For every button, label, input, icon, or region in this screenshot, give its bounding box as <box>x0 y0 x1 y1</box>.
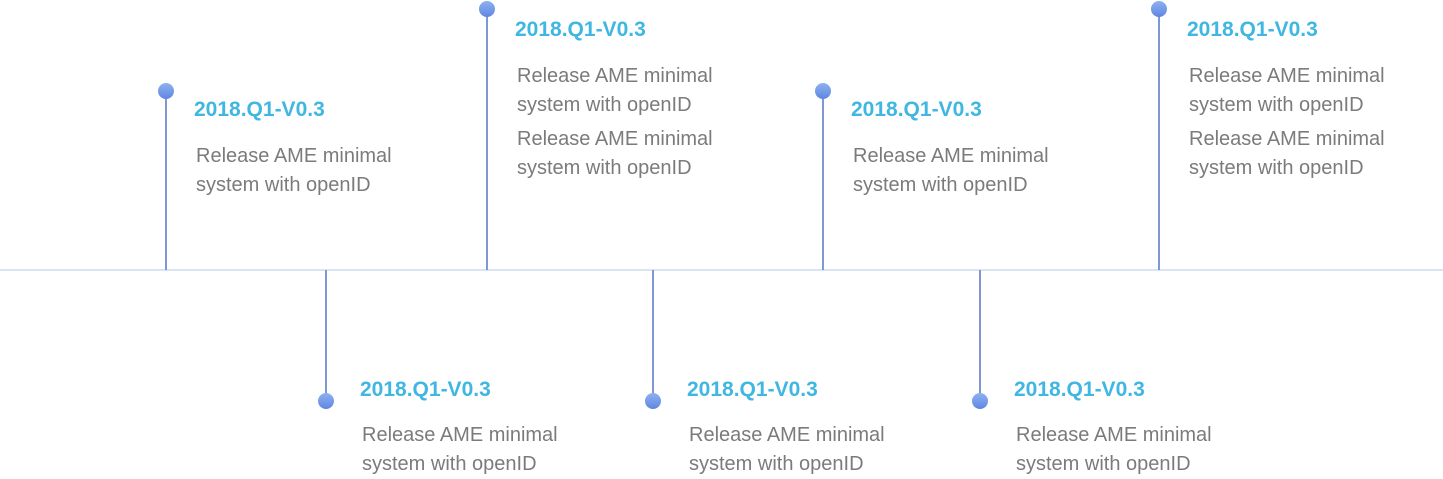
milestone-description: Release AME minimal system with openID <box>689 424 885 475</box>
milestone-title: 2018.Q1-V0.3 <box>360 378 491 401</box>
milestone-title: 2018.Q1-V0.3 <box>194 98 325 121</box>
milestone-dot <box>1151 1 1167 17</box>
milestone-description: Release AME minimal system with openID <box>1189 65 1385 116</box>
milestone-stem <box>165 91 167 270</box>
milestone-description: Release AME minimal system with openID <box>853 145 1049 196</box>
milestone-description: Release AME minimal system with openID <box>196 145 392 196</box>
milestone-description: Release AME minimal system with openID <box>1016 424 1212 475</box>
milestone-title: 2018.Q1-V0.3 <box>687 378 818 401</box>
milestone-dot <box>318 393 334 409</box>
milestone-stem <box>325 270 327 401</box>
milestone-description: Release AME minimal system with openID <box>1189 128 1385 179</box>
milestone-stem <box>822 91 824 270</box>
timeline-axis <box>0 269 1443 271</box>
milestone-dot <box>815 83 831 99</box>
milestone-dot <box>972 393 988 409</box>
milestone-description: Release AME minimal system with openID <box>517 65 713 116</box>
milestone-stem <box>652 270 654 401</box>
milestone-stem <box>979 270 981 401</box>
milestone-stem <box>1158 9 1160 270</box>
timeline: 2018.Q1-V0.3 Release AME minimal system … <box>0 0 1443 477</box>
milestone-dot <box>158 83 174 99</box>
milestone-title: 2018.Q1-V0.3 <box>851 98 982 121</box>
milestone-description: Release AME minimal system with openID <box>517 128 713 179</box>
milestone-dot <box>479 1 495 17</box>
milestone-stem <box>486 9 488 270</box>
milestone-description: Release AME minimal system with openID <box>362 424 558 475</box>
milestone-dot <box>645 393 661 409</box>
milestone-title: 2018.Q1-V0.3 <box>515 18 646 41</box>
milestone-title: 2018.Q1-V0.3 <box>1014 378 1145 401</box>
milestone-title: 2018.Q1-V0.3 <box>1187 18 1318 41</box>
